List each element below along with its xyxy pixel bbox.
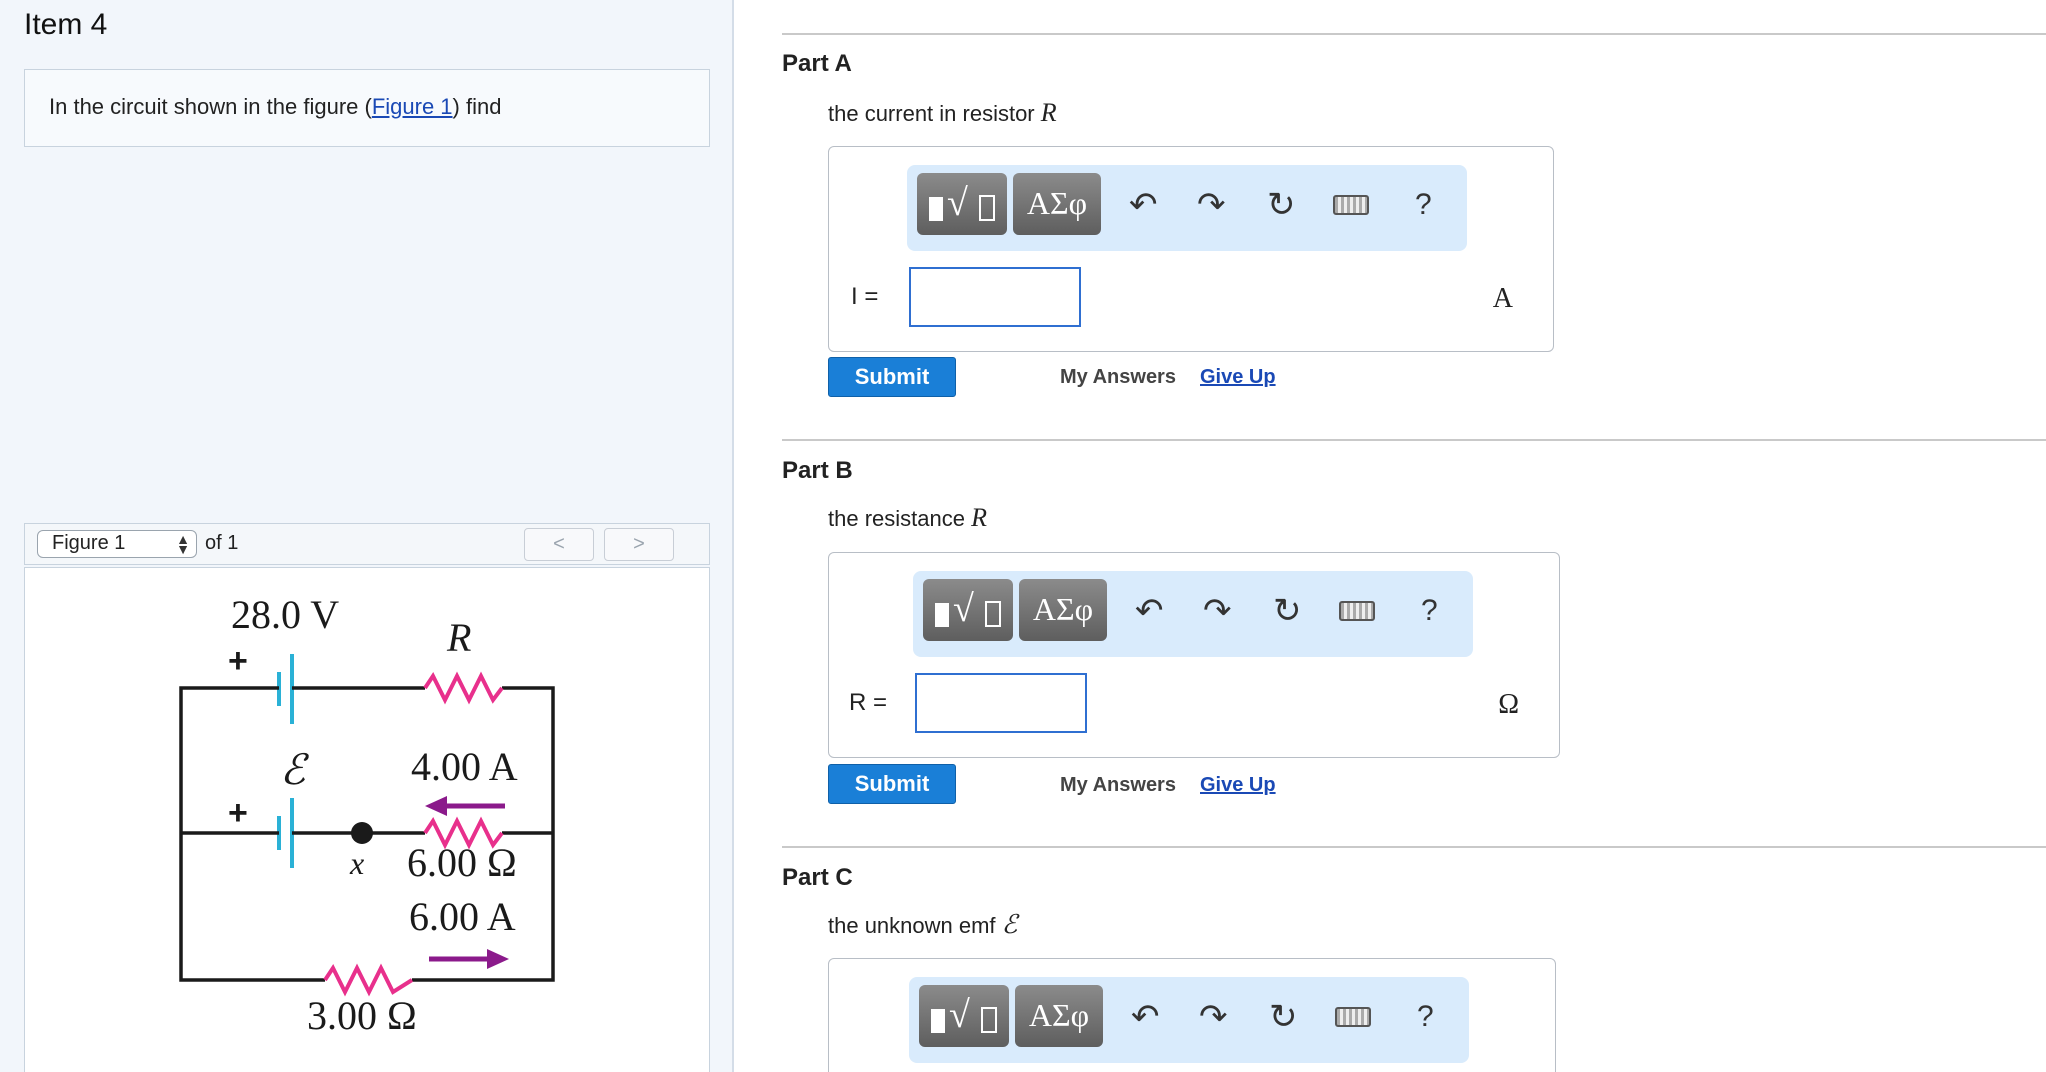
help-icon[interactable]: ?	[1417, 997, 1434, 1037]
resistor-bottom-label: 3.00 Ω	[307, 993, 417, 1038]
plus-sign-mid: +	[228, 794, 248, 832]
redo-icon[interactable]: ↷	[1203, 591, 1232, 631]
arrow-current-mid	[425, 796, 505, 816]
part-c-prompt: the unknown emf ℰ	[828, 910, 1017, 940]
question-box: In the circuit shown in the figure (Figu…	[24, 69, 710, 147]
undo-icon[interactable]: ↶	[1135, 591, 1164, 631]
emf-symbol-label: ℰ	[280, 748, 310, 794]
part-b-divider	[782, 439, 2046, 441]
templates-button[interactable]: √	[919, 985, 1009, 1047]
redo-icon[interactable]: ↷	[1197, 185, 1226, 225]
part-c-prompt-var: ℰ	[1001, 910, 1018, 939]
prev-figure-button[interactable]: <	[524, 528, 594, 561]
symbols-button[interactable]: ΑΣφ	[1015, 985, 1103, 1047]
part-a-divider	[782, 33, 2046, 35]
plus-sign-top: +	[228, 642, 248, 680]
symbols-button[interactable]: ΑΣφ	[1013, 173, 1101, 235]
part-a-prompt-var: R	[1040, 98, 1057, 127]
resistor-r-label: R	[446, 615, 471, 660]
page-root: Item 4 In the circuit shown in the figur…	[0, 0, 2046, 1072]
item-title: Item 4	[24, 8, 108, 41]
undo-icon[interactable]: ↶	[1129, 185, 1158, 225]
keyboard-icon[interactable]	[1339, 601, 1375, 621]
figure-nav-bar: Figure 1 ▲ ▼ of 1 < >	[24, 523, 710, 565]
part-b-answer-box: √ ΑΣφ ↶ ↷ ↻ ? R = Ω	[828, 552, 1560, 758]
part-a-unit: A	[1492, 283, 1513, 314]
next-figure-button[interactable]: >	[604, 528, 674, 561]
point-x-label: x	[349, 845, 364, 881]
battery-top-label: 28.0 V	[231, 592, 339, 637]
resistor-r	[423, 671, 504, 705]
part-c-title: Part C	[782, 864, 853, 891]
help-icon[interactable]: ?	[1415, 185, 1432, 225]
reset-icon[interactable]: ↻	[1267, 185, 1296, 225]
part-b-my-answers[interactable]: My Answers	[1060, 774, 1176, 797]
resistor-mid-label: 6.00 Ω	[407, 840, 517, 885]
figure-count: of 1	[205, 532, 239, 554]
junction-point-x	[351, 822, 373, 844]
templates-button[interactable]: √	[917, 173, 1007, 235]
reset-icon[interactable]: ↻	[1269, 997, 1298, 1037]
part-b-toolbar: √ ΑΣφ ↶ ↷ ↻ ?	[913, 571, 1473, 657]
circuit-diagram: 28.0 V R + ℰ 4.00 A + x 6.00 Ω 6.00 A 3.…	[179, 592, 555, 1038]
part-a-answer-label: I =	[851, 283, 879, 310]
current-bottom-label: 6.00 A	[409, 894, 516, 939]
part-b-answer-input[interactable]	[915, 673, 1087, 733]
part-b-title: Part B	[782, 457, 853, 484]
part-a-submit-button[interactable]: Submit	[828, 357, 956, 397]
arrow-current-bottom	[429, 949, 509, 969]
left-panel: Item 4 In the circuit shown in the figur…	[0, 0, 734, 1072]
reset-icon[interactable]: ↻	[1273, 591, 1302, 631]
undo-icon[interactable]: ↶	[1131, 997, 1160, 1037]
resistor-3ohm	[323, 963, 414, 997]
question-text: In the circuit shown in the figure (Figu…	[49, 94, 501, 120]
part-c-toolbar: √ ΑΣφ ↶ ↷ ↻ ?	[909, 977, 1469, 1063]
part-c-answer-box: √ ΑΣφ ↶ ↷ ↻ ?	[828, 958, 1556, 1072]
part-a-give-up-link[interactable]: Give Up	[1200, 366, 1276, 389]
question-text-before: In the circuit shown in the figure (	[49, 94, 372, 119]
part-c-divider	[782, 846, 2046, 848]
help-icon[interactable]: ?	[1421, 591, 1438, 631]
part-a-toolbar: √ ΑΣφ ↶ ↷ ↻ ?	[907, 165, 1467, 251]
part-a-title: Part A	[782, 50, 852, 77]
question-text-after: ) find	[452, 94, 502, 119]
part-b-prompt-text: the resistance	[828, 506, 972, 531]
part-b-answer-label: R =	[849, 689, 888, 716]
part-a-prompt: the current in resistor R	[828, 98, 1057, 128]
symbols-button[interactable]: ΑΣφ	[1019, 579, 1107, 641]
part-a-answer-box: √ ΑΣφ ↶ ↷ ↻ ? I = A	[828, 146, 1554, 352]
current-mid-label: 4.00 A	[411, 744, 518, 789]
figure-link[interactable]: Figure 1	[372, 94, 453, 119]
select-arrows-icon: ▲ ▼	[176, 531, 190, 557]
templates-button[interactable]: √	[923, 579, 1013, 641]
part-a-answer-input[interactable]	[909, 267, 1081, 327]
part-b-prompt: the resistance R	[828, 503, 987, 533]
part-b-unit: Ω	[1498, 689, 1519, 720]
part-b-submit-button[interactable]: Submit	[828, 764, 956, 804]
figure-area: 28.0 V R + ℰ 4.00 A + x 6.00 Ω 6.00 A 3.…	[24, 567, 710, 1072]
part-c-prompt-text: the unknown emf	[828, 913, 1002, 938]
part-b-give-up-link[interactable]: Give Up	[1200, 774, 1276, 797]
figure-select-value: Figure 1	[52, 532, 126, 554]
part-b-prompt-var: R	[971, 503, 987, 532]
part-a-prompt-text: the current in resistor	[828, 101, 1041, 126]
figure-select[interactable]: Figure 1 ▲ ▼	[37, 530, 197, 558]
part-a-my-answers[interactable]: My Answers	[1060, 366, 1176, 389]
keyboard-icon[interactable]	[1335, 1007, 1371, 1027]
redo-icon[interactable]: ↷	[1199, 997, 1228, 1037]
keyboard-icon[interactable]	[1333, 195, 1369, 215]
